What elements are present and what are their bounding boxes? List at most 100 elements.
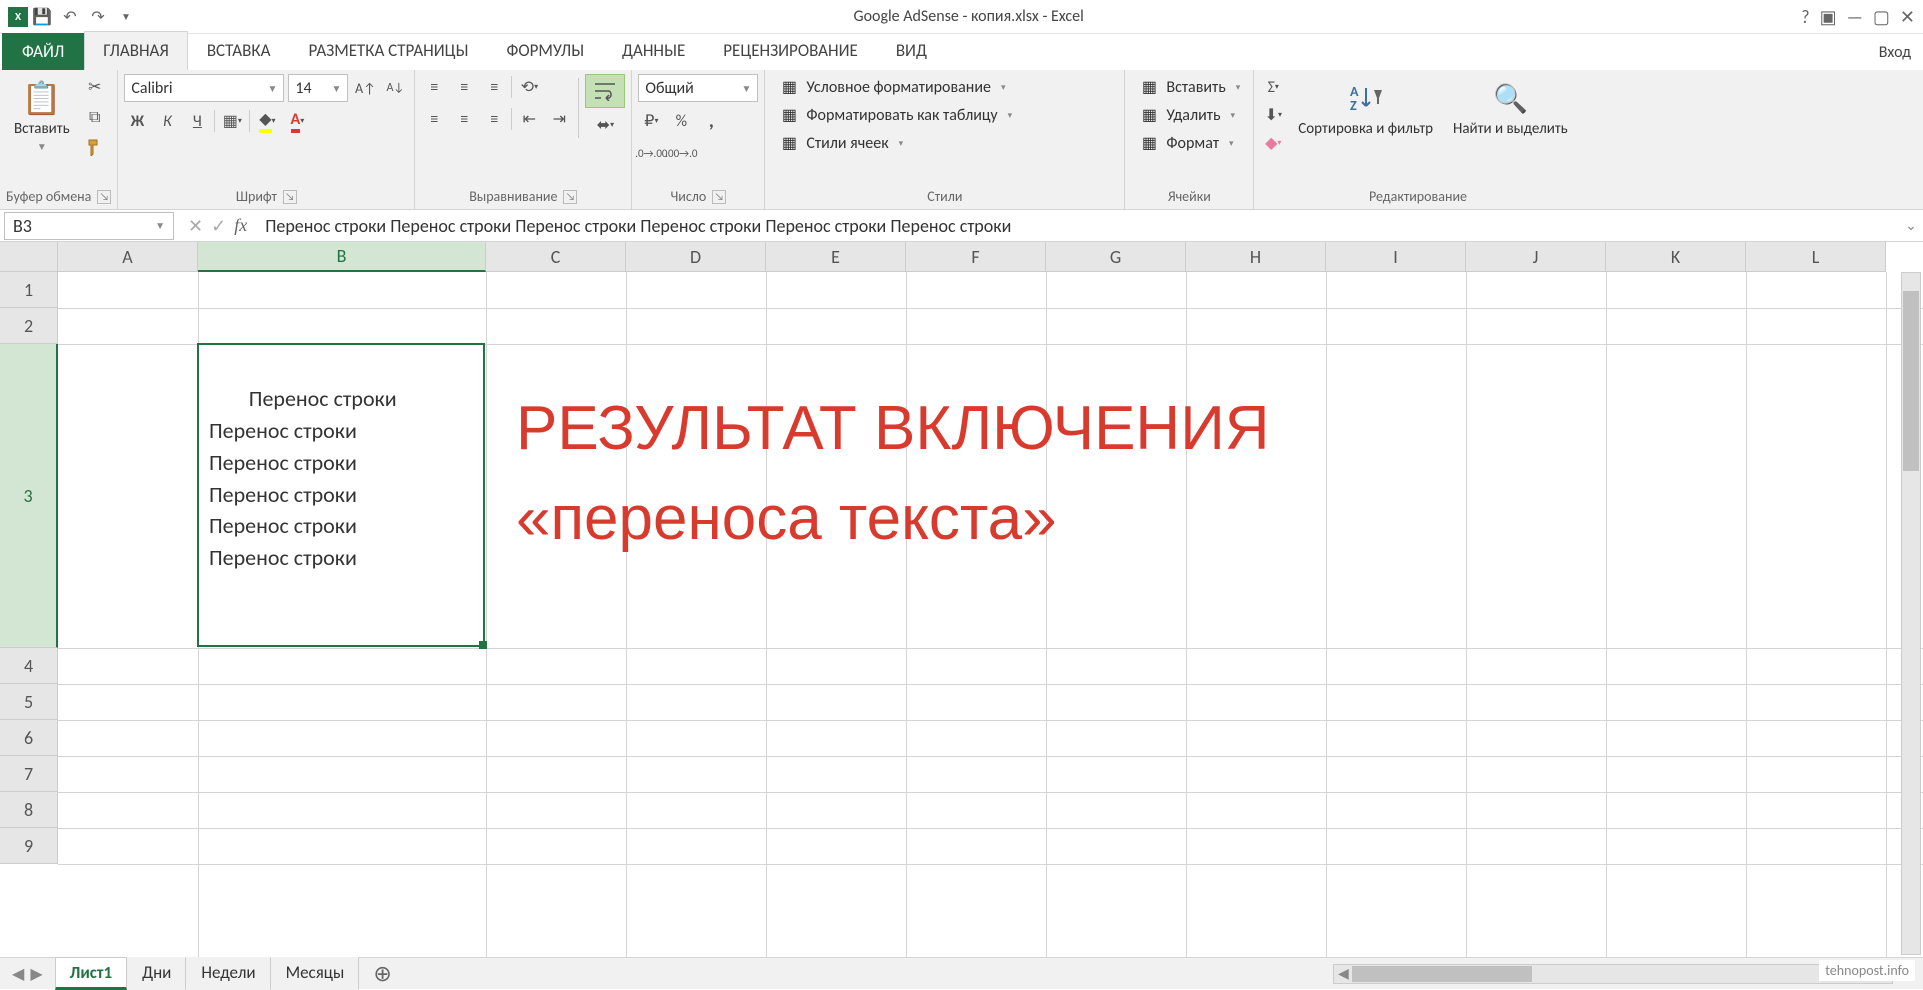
sheet-nav-prev-icon[interactable]: ◀ xyxy=(12,964,24,984)
row-header-7[interactable]: 7 xyxy=(0,756,58,792)
wrap-text-button[interactable] xyxy=(585,74,625,108)
clear-icon[interactable]: ◆▾ xyxy=(1260,130,1286,156)
launcher-icon[interactable]: ↘ xyxy=(563,190,577,204)
merge-cells-icon[interactable]: ⬌▾ xyxy=(585,112,625,138)
orientation-icon[interactable]: ⟲▾ xyxy=(516,74,542,100)
cut-icon[interactable]: ✂ xyxy=(82,74,108,100)
launcher-icon[interactable]: ↘ xyxy=(97,190,111,204)
tab-формулы[interactable]: ФОРМУЛЫ xyxy=(487,31,603,70)
qat-dropdown-icon[interactable]: ▼ xyxy=(116,7,136,27)
redo-icon[interactable]: ↷ xyxy=(88,7,108,27)
align-bottom-icon[interactable]: ≡ xyxy=(481,74,507,100)
row-header-2[interactable]: 2 xyxy=(0,308,58,344)
name-box[interactable]: B3▼ xyxy=(4,212,174,240)
copy-icon[interactable]: ⧉ xyxy=(82,104,108,130)
sign-in-link[interactable]: Вход xyxy=(1867,35,1923,70)
fill-color-icon[interactable]: ◆▾ xyxy=(254,108,280,134)
select-all-corner[interactable] xyxy=(0,242,58,272)
number-format-combo[interactable]: Общий▼ xyxy=(638,74,758,102)
cell-styles-button[interactable]: ▦Стили ячеек▾ xyxy=(771,130,1019,156)
col-header-K[interactable]: K xyxy=(1606,242,1746,272)
formula-input[interactable]: Перенос строки Перенос строки Перенос ст… xyxy=(257,215,1899,237)
fill-icon[interactable]: ⬇▾ xyxy=(1260,102,1286,128)
col-header-E[interactable]: E xyxy=(766,242,906,272)
insert-cells-button[interactable]: ▦Вставить▾ xyxy=(1131,74,1247,100)
scroll-thumb[interactable] xyxy=(1352,966,1532,982)
col-header-C[interactable]: C xyxy=(486,242,626,272)
decrease-indent-icon[interactable]: ⇤ xyxy=(516,106,542,132)
sort-filter-button[interactable]: AZ Сортировка и фильтр xyxy=(1290,74,1441,142)
fill-handle[interactable] xyxy=(479,641,487,649)
cells-area[interactable]: Перенос строки Перенос строки Перенос ст… xyxy=(58,272,1923,957)
font-size-combo[interactable]: 14▼ xyxy=(288,74,348,102)
row-header-6[interactable]: 6 xyxy=(0,720,58,756)
decrease-decimal-icon[interactable]: .00→.0 xyxy=(668,140,694,166)
sheet-tab-Дни[interactable]: Дни xyxy=(127,957,186,990)
row-header-3[interactable]: 3 xyxy=(0,344,58,648)
col-header-F[interactable]: F xyxy=(906,242,1046,272)
save-icon[interactable]: 💾 xyxy=(32,7,52,27)
delete-cells-button[interactable]: ▦Удалить▾ xyxy=(1131,102,1247,128)
underline-button[interactable]: Ч xyxy=(184,108,210,134)
vertical-scrollbar[interactable] xyxy=(1901,272,1921,955)
increase-indent-icon[interactable]: ⇥ xyxy=(546,106,572,132)
decrease-font-icon[interactable]: A↓ xyxy=(382,75,408,101)
tab-рецензирование[interactable]: РЕЦЕНЗИРОВАНИЕ xyxy=(704,31,877,70)
launcher-icon[interactable]: ↘ xyxy=(283,190,297,204)
sheet-tab-Недели[interactable]: Недели xyxy=(186,957,270,990)
tab-вставка[interactable]: ВСТАВКА xyxy=(188,31,290,70)
conditional-formatting-button[interactable]: ▦Условное форматирование▾ xyxy=(771,74,1019,100)
comma-icon[interactable]: , xyxy=(698,108,724,134)
row-header-4[interactable]: 4 xyxy=(0,648,58,684)
align-left-icon[interactable]: ≡ xyxy=(421,106,447,132)
sheet-nav-next-icon[interactable]: ▶ xyxy=(30,964,42,984)
format-cells-button[interactable]: ▦Формат▾ xyxy=(1131,130,1247,156)
tab-вид[interactable]: ВИД xyxy=(877,31,946,70)
increase-decimal-icon[interactable]: .0→.00 xyxy=(638,140,664,166)
ribbon-options-icon[interactable]: ▣ xyxy=(1820,6,1837,28)
font-color-icon[interactable]: А▾ xyxy=(284,108,310,134)
align-top-icon[interactable]: ≡ xyxy=(421,74,447,100)
sheet-tab-Лист1[interactable]: Лист1 xyxy=(55,957,128,990)
font-name-combo[interactable]: Calibri▼ xyxy=(124,74,284,102)
percent-icon[interactable]: % xyxy=(668,108,694,134)
col-header-J[interactable]: J xyxy=(1466,242,1606,272)
sheet-tab-Месяцы[interactable]: Месяцы xyxy=(271,957,360,990)
autosum-icon[interactable]: Σ▾ xyxy=(1260,74,1286,100)
currency-icon[interactable]: ₽▾ xyxy=(638,108,664,134)
tab-file[interactable]: ФАЙЛ xyxy=(2,33,84,70)
close-icon[interactable]: ✕ xyxy=(1900,6,1915,28)
italic-button[interactable]: К xyxy=(154,108,180,134)
undo-icon[interactable]: ↶ xyxy=(60,7,80,27)
col-header-L[interactable]: L xyxy=(1746,242,1886,272)
align-middle-icon[interactable]: ≡ xyxy=(451,74,477,100)
maximize-icon[interactable]: ▢ xyxy=(1873,6,1890,28)
row-header-8[interactable]: 8 xyxy=(0,792,58,828)
find-select-button[interactable]: 🔍 Найти и выделить xyxy=(1445,74,1576,142)
row-header-9[interactable]: 9 xyxy=(0,828,58,864)
format-as-table-button[interactable]: ▦Форматировать как таблицу▾ xyxy=(771,102,1019,128)
col-header-B[interactable]: B xyxy=(198,242,486,272)
enter-icon[interactable]: ✓ xyxy=(211,215,226,237)
col-header-D[interactable]: D xyxy=(626,242,766,272)
horizontal-scrollbar[interactable]: ◀▶ xyxy=(406,964,1899,984)
col-header-A[interactable]: A xyxy=(58,242,198,272)
new-sheet-button[interactable]: ⊕ xyxy=(359,960,405,987)
minimize-icon[interactable]: — xyxy=(1847,6,1863,28)
paste-button[interactable]: 📋 Вставить ▼ xyxy=(6,74,78,157)
col-header-G[interactable]: G xyxy=(1046,242,1186,272)
row-header-1[interactable]: 1 xyxy=(0,272,58,308)
selected-cell[interactable]: Перенос строки Перенос строки Перенос ст… xyxy=(197,343,485,647)
align-center-icon[interactable]: ≡ xyxy=(451,106,477,132)
launcher-icon[interactable]: ↘ xyxy=(712,190,726,204)
format-painter-icon[interactable] xyxy=(82,134,108,160)
increase-font-icon[interactable]: A↑ xyxy=(352,75,378,101)
fx-icon[interactable]: fx xyxy=(234,215,247,236)
tab-главная[interactable]: ГЛАВНАЯ xyxy=(84,31,188,70)
bold-button[interactable]: Ж xyxy=(124,108,150,134)
tab-данные[interactable]: ДАННЫЕ xyxy=(603,31,704,70)
cancel-icon[interactable]: ✕ xyxy=(188,215,203,237)
expand-formula-bar-icon[interactable]: ⌄ xyxy=(1899,217,1923,234)
col-header-H[interactable]: H xyxy=(1186,242,1326,272)
borders-icon[interactable]: ▦▾ xyxy=(219,108,245,134)
